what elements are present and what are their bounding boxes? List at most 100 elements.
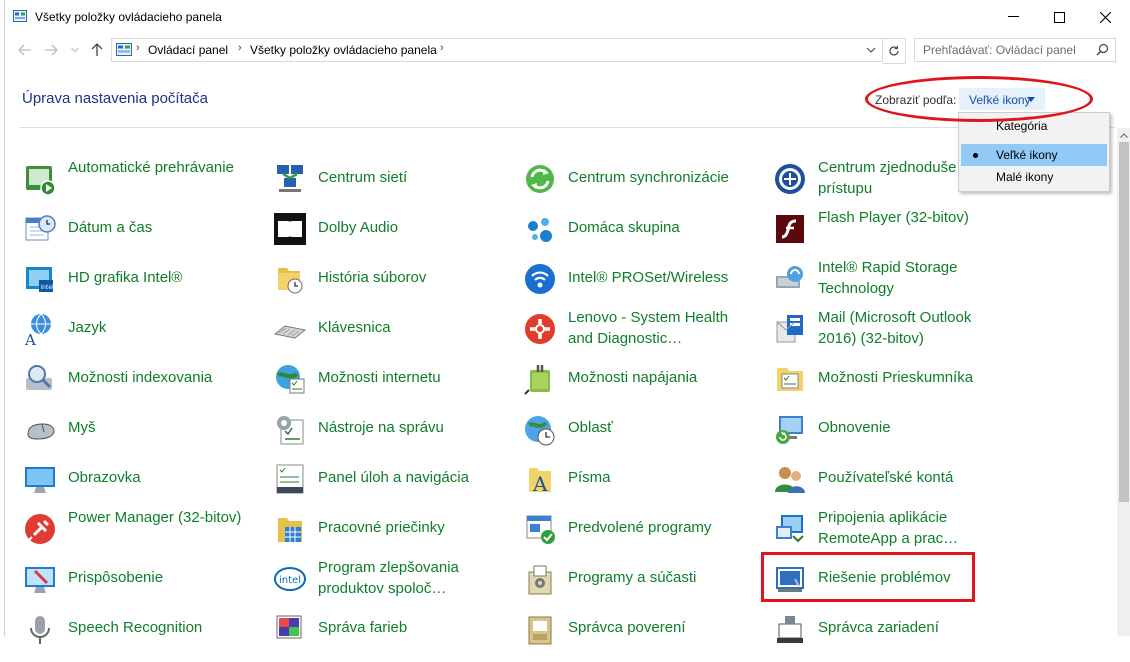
search-icon[interactable] xyxy=(1096,43,1109,56)
item-label[interactable]: Jazyk xyxy=(68,317,248,338)
control-panel-item[interactable]: Pracovné priečinky xyxy=(273,512,513,562)
up-button[interactable] xyxy=(87,40,107,60)
flash-icon[interactable] xyxy=(773,212,807,246)
file-history-icon[interactable] xyxy=(273,262,307,296)
language-icon[interactable]: A xyxy=(23,312,57,346)
indexing-icon[interactable] xyxy=(23,362,57,396)
item-label[interactable]: Myš xyxy=(68,417,248,438)
item-label[interactable]: Možnosti internetu xyxy=(318,367,498,388)
item-label[interactable]: Predvolené programy xyxy=(568,517,748,538)
control-panel-item[interactable]: Obnovenie xyxy=(773,412,1013,462)
explorer-options-icon[interactable] xyxy=(773,362,807,396)
control-panel-item[interactable]: Oblasť xyxy=(523,412,763,462)
recent-locations-button[interactable] xyxy=(65,40,85,60)
control-panel-item[interactable]: Prispôsobenie xyxy=(23,562,263,612)
item-label[interactable]: Centrum synchronizácie xyxy=(568,167,748,188)
chevron-down-icon[interactable] xyxy=(864,42,878,58)
item-label[interactable]: Možnosti napájania xyxy=(568,367,748,388)
search-box[interactable]: Prehľadávať: Ovládací panel xyxy=(914,38,1116,62)
item-label[interactable]: Domáca skupina xyxy=(568,217,748,238)
control-panel-item[interactable]: Speech Recognition xyxy=(23,612,263,662)
power-manager-icon[interactable] xyxy=(23,512,57,546)
internet-options-icon[interactable] xyxy=(273,362,307,396)
item-label[interactable]: Mail (Microsoft Outlook 2016) (32-bitov) xyxy=(818,307,998,349)
color-management-icon[interactable] xyxy=(273,612,307,646)
item-label[interactable]: Obnovenie xyxy=(818,417,998,438)
control-panel-item[interactable]: Panel úloh a navigácia xyxy=(273,462,513,512)
address-bar[interactable]: › Ovládací panel › Všetky položky ovláda… xyxy=(111,38,883,62)
menu-item-small-icons[interactable]: Malé ikony xyxy=(961,166,1107,188)
control-panel-item[interactable]: Možnosti indexovania xyxy=(23,362,263,412)
item-label[interactable]: Možnosti indexovania xyxy=(68,367,248,388)
item-label[interactable]: História súborov xyxy=(318,267,498,288)
control-panel-item[interactable]: Správca poverení xyxy=(523,612,763,662)
item-label[interactable]: Správca poverení xyxy=(568,617,748,638)
item-label[interactable]: Panel úloh a navigácia xyxy=(318,467,498,488)
control-panel-item[interactable]: Centrum synchronizácie xyxy=(523,162,763,212)
control-panel-item[interactable]: Správa farieb xyxy=(273,612,513,662)
menu-item-large-icons[interactable]: Veľké ikony xyxy=(961,144,1107,166)
control-panel-item[interactable]: Domáca skupina xyxy=(523,212,763,262)
control-panel-item[interactable]: Možnosti internetu xyxy=(273,362,513,412)
admin-tools-icon[interactable] xyxy=(273,412,307,446)
control-panel-item[interactable]: intel HD grafika Intel® xyxy=(23,262,263,312)
item-label[interactable]: Možnosti Prieskumníka xyxy=(818,367,998,388)
back-button[interactable] xyxy=(15,40,35,60)
work-folders-icon[interactable] xyxy=(273,512,307,546)
control-panel-item[interactable]: Predvolené programy xyxy=(523,512,763,562)
item-label[interactable]: Klávesnica xyxy=(318,317,498,338)
control-panel-item[interactable]: A Jazyk xyxy=(23,312,263,362)
control-panel-item[interactable]: Intel® PROSet/Wireless xyxy=(523,262,763,312)
default-programs-icon[interactable] xyxy=(523,512,557,546)
speech-icon[interactable] xyxy=(23,612,57,646)
storage-icon[interactable] xyxy=(773,262,807,296)
minimize-button[interactable] xyxy=(990,0,1036,34)
control-panel-item[interactable]: História súborov xyxy=(273,262,513,312)
item-label[interactable]: Dátum a čas xyxy=(68,217,248,238)
forward-button[interactable] xyxy=(41,40,61,60)
control-panel-item[interactable]: Dolby Audio xyxy=(273,212,513,262)
credential-manager-icon[interactable] xyxy=(523,612,557,646)
dolby-icon[interactable] xyxy=(273,212,307,246)
intel-graphics-icon[interactable]: intel xyxy=(23,262,57,296)
lenovo-health-icon[interactable] xyxy=(523,312,557,346)
breadcrumb-all-items[interactable]: Všetky položky ovládacieho panela xyxy=(250,43,437,57)
control-panel-item[interactable]: Klávesnica xyxy=(273,312,513,362)
sync-center-icon[interactable] xyxy=(523,162,557,196)
breadcrumb-separator[interactable]: › xyxy=(238,42,242,54)
recovery-icon[interactable] xyxy=(773,412,807,446)
item-label[interactable]: Programy a súčasti xyxy=(568,567,748,588)
item-label[interactable]: Flash Player (32-bitov) xyxy=(818,207,998,228)
region-icon[interactable] xyxy=(523,412,557,446)
scrollbar-thumb[interactable] xyxy=(1119,142,1129,502)
refresh-button[interactable] xyxy=(883,38,906,64)
search-placeholder[interactable]: Prehľadávať: Ovládací panel xyxy=(923,43,1076,57)
item-label[interactable]: Nástroje na správu xyxy=(318,417,498,438)
wireless-icon[interactable] xyxy=(523,262,557,296)
item-label[interactable]: Prispôsobenie xyxy=(68,567,248,588)
control-panel-item[interactable]: Lenovo - System Health and Diagnostic… xyxy=(523,309,763,362)
item-label[interactable]: Centrum sietí xyxy=(318,167,498,188)
control-panel-item[interactable]: intel Program zlepšovania produktov spolo… xyxy=(273,559,513,612)
programs-features-icon[interactable] xyxy=(523,562,557,596)
keyboard-icon[interactable] xyxy=(273,312,307,346)
item-label[interactable]: Pracovné priečinky xyxy=(318,517,498,538)
control-panel-item[interactable]: Flash Player (32-bitov) xyxy=(773,209,1013,262)
control-panel-item[interactable]: Intel® Rapid Storage Technology xyxy=(773,259,1013,312)
remoteapp-icon[interactable] xyxy=(773,512,807,546)
calendar-clock-icon[interactable] xyxy=(23,212,57,246)
device-manager-icon[interactable] xyxy=(773,612,807,646)
personalization-icon[interactable] xyxy=(23,562,57,596)
control-panel-item[interactable]: Používateľské kontá xyxy=(773,462,1013,512)
item-label[interactable]: Správa farieb xyxy=(318,617,498,638)
control-panel-item[interactable]: Možnosti napájania xyxy=(523,362,763,412)
control-panel-item[interactable]: A Písma xyxy=(523,462,763,512)
control-panel-item[interactable]: Možnosti Prieskumníka xyxy=(773,362,1013,412)
control-panel-item[interactable]: Správca zariadení xyxy=(773,612,1013,662)
item-label[interactable]: Speech Recognition xyxy=(68,617,248,638)
item-label[interactable]: Obrazovka xyxy=(68,467,248,488)
control-panel-item[interactable]: Nástroje na správu xyxy=(273,412,513,462)
power-options-icon[interactable] xyxy=(523,362,557,396)
item-label[interactable]: Lenovo - System Health and Diagnostic… xyxy=(568,307,748,349)
mail-icon[interactable] xyxy=(773,312,807,346)
